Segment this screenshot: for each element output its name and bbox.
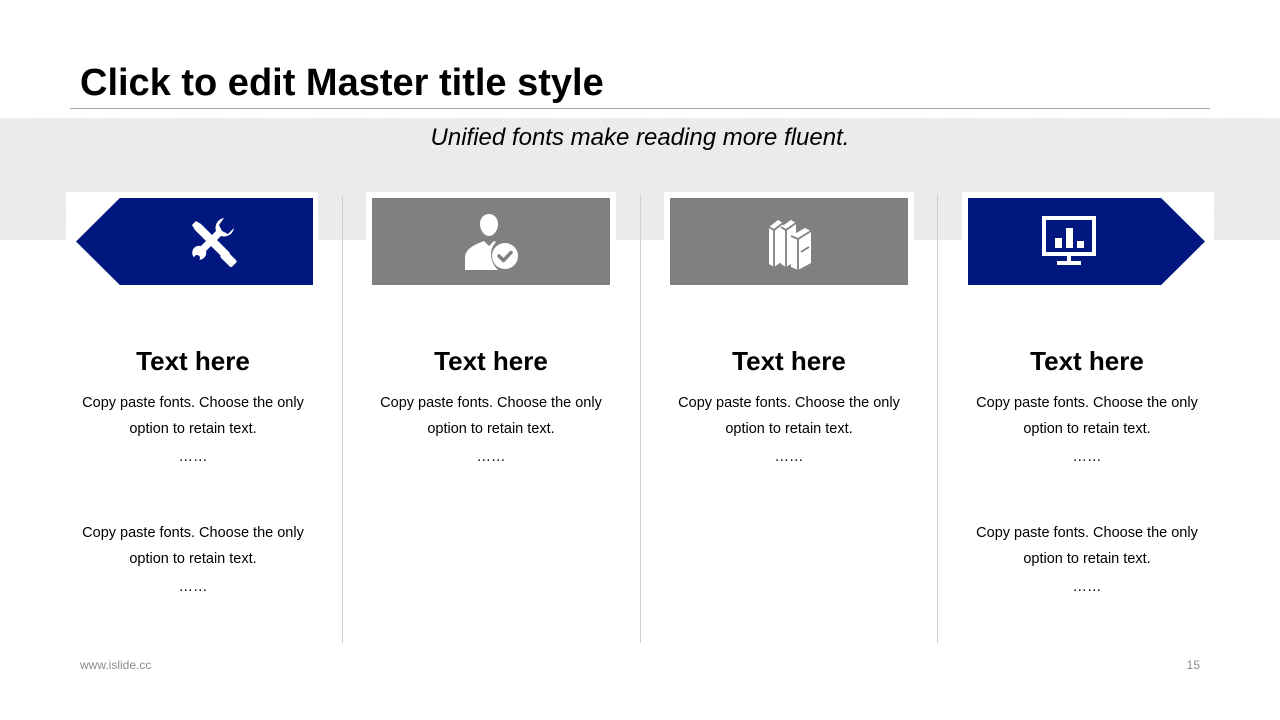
- paragraph-line: Copy paste fonts. Choose the only: [678, 395, 900, 411]
- column-paragraph[interactable]: Copy paste fonts. Choose the only option…: [68, 520, 318, 602]
- paragraph-line: Copy paste fonts. Choose the only: [380, 395, 602, 411]
- column-paragraph[interactable]: Copy paste fonts. Choose the only option…: [366, 390, 616, 472]
- icon-tab-2-fill: [372, 198, 610, 285]
- icon-tab-4-fill: [968, 198, 1205, 285]
- icon-tab-1-fill: [76, 198, 313, 285]
- content-column-1: Text here Copy paste fonts. Choose the o…: [68, 340, 318, 602]
- slide-subtitle[interactable]: Unified fonts make reading more fluent.: [0, 123, 1280, 153]
- footer-website: www.islide.cc: [80, 658, 152, 672]
- paragraph-ellipsis: ……: [1072, 579, 1102, 595]
- page-number: 15: [1186, 658, 1200, 672]
- column-heading[interactable]: Text here: [366, 340, 616, 382]
- content-column-3: Text here Copy paste fonts. Choose the o…: [664, 340, 914, 472]
- icon-tab-1[interactable]: [66, 192, 318, 292]
- icon-tab-2[interactable]: [366, 192, 616, 292]
- column-paragraph[interactable]: Copy paste fonts. Choose the only option…: [68, 390, 318, 472]
- paragraph-line: option to retain text.: [129, 421, 257, 437]
- icon-tab-4[interactable]: [962, 192, 1214, 292]
- column-heading[interactable]: Text here: [962, 340, 1212, 382]
- paragraph-line: Copy paste fonts. Choose the only: [82, 525, 304, 541]
- paragraph-ellipsis: ……: [774, 449, 804, 465]
- paragraph-line: option to retain text.: [1023, 421, 1151, 437]
- paragraph-ellipsis: ……: [178, 579, 208, 595]
- icon-tab-3[interactable]: [664, 192, 914, 292]
- slide-title[interactable]: Click to edit Master title style: [80, 60, 604, 106]
- paragraph-ellipsis: ……: [178, 449, 208, 465]
- icon-tab-3-fill: [670, 198, 908, 285]
- paragraph-line: option to retain text.: [1023, 551, 1151, 567]
- user-check-icon: [465, 213, 518, 270]
- paragraph-line: option to retain text.: [725, 421, 853, 437]
- column-divider: [937, 195, 938, 643]
- column-divider: [640, 195, 641, 643]
- paragraph-line: option to retain text.: [129, 551, 257, 567]
- title-underline: [70, 108, 1210, 109]
- books-icon: [768, 219, 812, 270]
- paragraph-ellipsis: ……: [1072, 449, 1102, 465]
- paragraph-line: Copy paste fonts. Choose the only: [976, 395, 1198, 411]
- paragraph-line: Copy paste fonts. Choose the only: [82, 395, 304, 411]
- presentation-chart-icon: [1041, 215, 1096, 265]
- column-divider: [342, 195, 343, 643]
- column-heading[interactable]: Text here: [68, 340, 318, 382]
- paragraph-ellipsis: ……: [476, 449, 506, 465]
- content-column-2: Text here Copy paste fonts. Choose the o…: [366, 340, 616, 472]
- content-column-4: Text here Copy paste fonts. Choose the o…: [962, 340, 1212, 602]
- paragraph-line: Copy paste fonts. Choose the only: [976, 525, 1198, 541]
- column-heading[interactable]: Text here: [664, 340, 914, 382]
- column-paragraph[interactable]: Copy paste fonts. Choose the only option…: [962, 390, 1212, 472]
- tools-icon: [191, 217, 237, 267]
- column-paragraph[interactable]: Copy paste fonts. Choose the only option…: [962, 520, 1212, 602]
- column-paragraph[interactable]: Copy paste fonts. Choose the only option…: [664, 390, 914, 472]
- paragraph-line: option to retain text.: [427, 421, 555, 437]
